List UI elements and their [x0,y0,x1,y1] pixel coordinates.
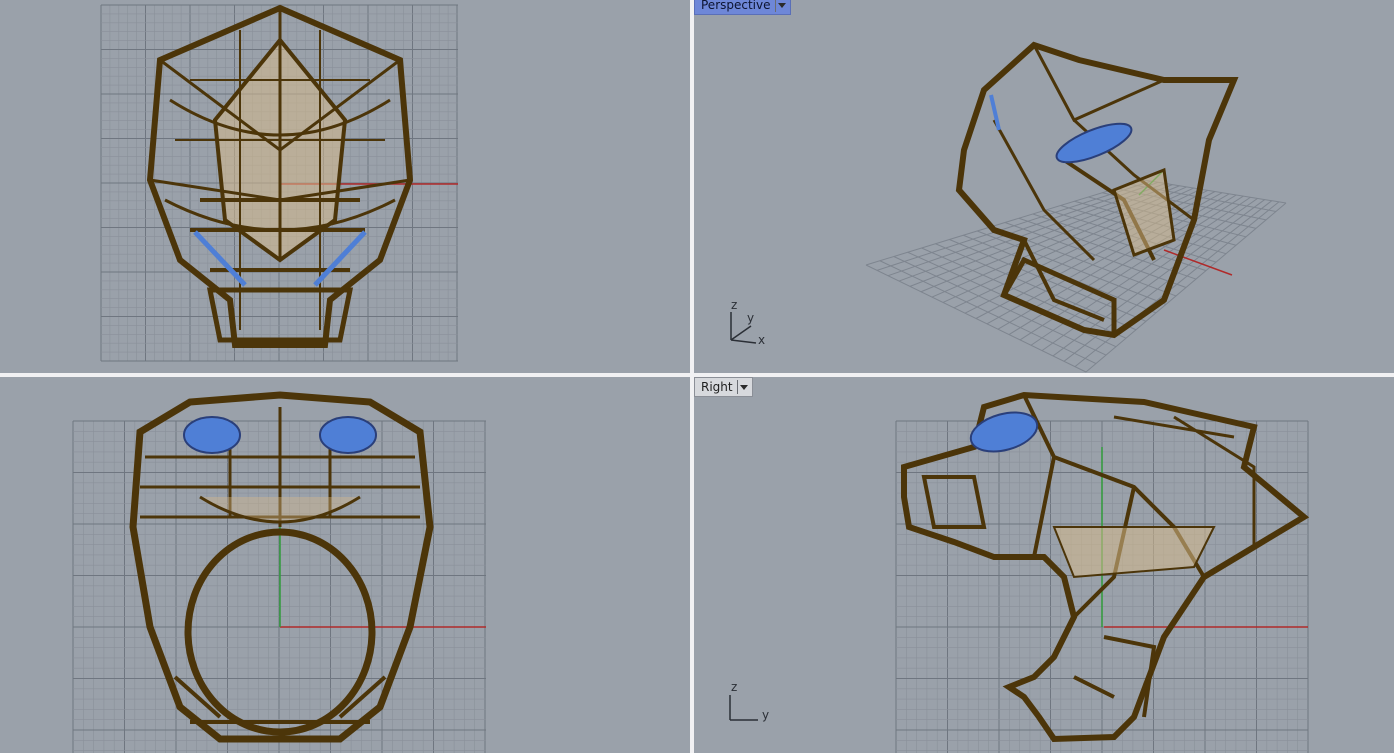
axis-label-z: z [731,680,738,694]
axis-triad-right [729,695,758,721]
right-viewport-tab[interactable]: Right [694,377,753,397]
chevron-down-icon[interactable] [736,380,748,394]
perspective-view-canvas [730,41,1287,373]
ring-wireframe-right [901,391,1310,743]
front-view-canvas [72,391,486,753]
axis-label-y: y [762,708,770,722]
perspective-grid [865,179,1287,373]
axis-label-z: z [731,298,738,312]
gem-eye-perspective [1055,122,1133,164]
perspective-viewport[interactable]: z y x [694,0,1394,373]
chevron-down-icon[interactable] [774,0,786,12]
top-view-canvas [100,4,458,362]
right-view-canvas [729,391,1310,753]
right-viewport-label: Right [701,380,733,394]
ring-wireframe-front [129,391,434,743]
gem-eye-right [969,411,1039,453]
gem-eye-right-front [319,416,377,454]
front-viewport[interactable] [0,377,690,753]
gem-eye-left-front [183,416,241,454]
right-viewport[interactable]: z y [694,377,1394,753]
ring-wireframe-perspective [955,41,1239,339]
perspective-viewport-label: Perspective [701,0,771,12]
top-viewport[interactable] [0,0,690,373]
axis-label-x: x [758,333,766,347]
axis-label-y: y [747,311,755,325]
perspective-viewport-tab[interactable]: Perspective [694,0,791,15]
